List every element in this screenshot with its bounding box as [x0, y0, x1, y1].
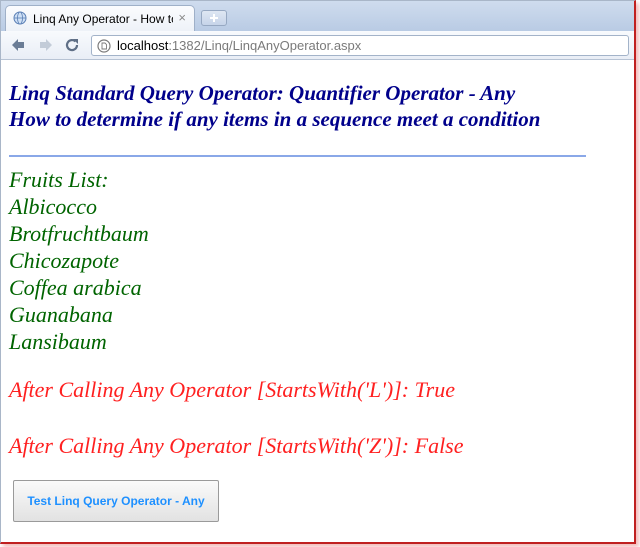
title-line-2: How to determine if any items in a seque… — [9, 107, 541, 131]
globe-icon — [13, 11, 27, 25]
fruits-label: Fruits List: — [9, 167, 109, 192]
browser-window: Linq Any Operator - How to × localhost:1… — [0, 0, 636, 544]
test-any-button[interactable]: Test Linq Query Operator - Any — [13, 480, 219, 522]
fruits-list: Fruits List: Albicocco Brotfruchtbaum Ch… — [9, 166, 149, 355]
forward-arrow-icon[interactable] — [37, 36, 55, 54]
divider — [9, 155, 586, 157]
new-tab-button[interactable] — [201, 10, 227, 26]
page-content: Linq Standard Query Operator: Quantifier… — [1, 60, 634, 542]
list-item: Coffea arabica — [9, 275, 142, 300]
list-item: Lansibaum — [9, 329, 107, 354]
close-icon[interactable]: × — [178, 10, 186, 25]
browser-tab[interactable]: Linq Any Operator - How to × — [5, 5, 195, 31]
plus-icon — [210, 14, 218, 22]
url-host: localhost — [117, 38, 169, 53]
url-path: :1382/Linq/LinqAnyOperator.aspx — [168, 38, 362, 53]
result-startswith-z: After Calling Any Operator [StartsWith('… — [9, 433, 464, 458]
list-item: Chicozapote — [9, 248, 119, 273]
list-item: Guanabana — [9, 302, 113, 327]
reload-icon[interactable] — [63, 36, 81, 54]
address-url: localhost:1382/Linq/LinqAnyOperator.aspx — [117, 38, 361, 53]
address-bar[interactable]: localhost:1382/Linq/LinqAnyOperator.aspx — [91, 35, 629, 56]
browser-toolbar: localhost:1382/Linq/LinqAnyOperator.aspx — [1, 31, 634, 60]
back-arrow-icon[interactable] — [9, 36, 27, 54]
title-line-1: Linq Standard Query Operator: Quantifier… — [9, 81, 516, 105]
result-startswith-l: After Calling Any Operator [StartsWith('… — [9, 377, 455, 402]
list-item: Brotfruchtbaum — [9, 221, 149, 246]
page-icon — [97, 39, 111, 53]
page-title: Linq Standard Query Operator: Quantifier… — [9, 80, 629, 132]
tab-strip: Linq Any Operator - How to × — [1, 1, 634, 31]
list-item: Albicocco — [9, 194, 97, 219]
tab-title: Linq Any Operator - How to — [33, 12, 173, 26]
